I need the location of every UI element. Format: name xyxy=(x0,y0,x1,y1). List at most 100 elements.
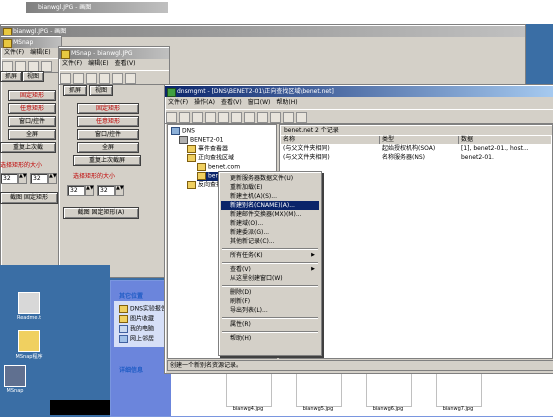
repeat-last-button[interactable]: 重复上次截屏 xyxy=(73,155,141,166)
context-menu-item[interactable]: 属性(R) xyxy=(221,320,319,329)
menu-file[interactable]: 文件(F) xyxy=(4,49,24,56)
link-my-computer[interactable]: 我的电脑 xyxy=(119,325,154,334)
context-menu-item[interactable]: 所有任务(K) ▶ xyxy=(221,251,319,260)
context-menu-item[interactable]: 新建邮件交换器(MX)(M)... xyxy=(221,210,319,219)
col-name[interactable]: 名称 xyxy=(281,136,380,144)
copy-icon[interactable] xyxy=(112,73,123,84)
paint-title-top[interactable]: bianwgl.JPG - 画图 xyxy=(26,2,168,13)
menu-file[interactable]: 文件(F) xyxy=(62,60,82,67)
thumbnail-label: bianwg5.jpg xyxy=(302,406,334,412)
fullscreen-button[interactable]: 全屏 xyxy=(8,129,56,140)
fixed-rect-button[interactable]: 固定矩形 xyxy=(8,90,56,101)
capture-fixed-button[interactable]: 截图 固定矩形(A) xyxy=(63,207,139,219)
width-spinner[interactable]: ▲▼ xyxy=(18,173,27,184)
link-network[interactable]: 网上邻居 xyxy=(119,335,154,344)
fullscreen-button[interactable]: 全屏 xyxy=(77,142,139,153)
save-icon[interactable] xyxy=(86,73,97,84)
desktop-icon-msnap-folder[interactable]: MSnap程序 xyxy=(14,330,44,360)
paste-icon[interactable] xyxy=(125,73,136,84)
dns-titlebar[interactable]: dnsmgmt - [DNS\BENET2-01\正向查找区域\benet.ne… xyxy=(165,86,553,97)
help-icon[interactable] xyxy=(270,112,281,123)
palette-strip xyxy=(50,400,110,415)
context-menu-item[interactable]: 新建域(O)... xyxy=(221,219,319,228)
server-icon[interactable] xyxy=(283,112,294,123)
width-spinner[interactable]: ▲▼ xyxy=(85,185,94,196)
properties-icon[interactable] xyxy=(231,112,242,123)
refresh-icon[interactable] xyxy=(244,112,255,123)
tree-dns-root[interactable]: DNS xyxy=(171,127,195,136)
fixed-rect-button[interactable]: 固定矩形 xyxy=(77,103,139,114)
forward-icon[interactable] xyxy=(179,112,190,123)
height-spinner[interactable]: ▲▼ xyxy=(115,185,124,196)
msnap-menu: 文件(F) 编辑(E) 查看(V) xyxy=(59,59,169,69)
open-icon[interactable] xyxy=(73,73,84,84)
record-row[interactable]: (与父文件夹相同) 起始授权机构(SOA) [1], benet2-01., h… xyxy=(281,145,549,153)
record-icon[interactable] xyxy=(296,112,307,123)
context-menu-item[interactable]: 查看(V) ▶ xyxy=(221,265,319,274)
context-menu-item[interactable]: 新建别名(CNAME)(A)... xyxy=(221,201,319,210)
context-menu-item[interactable]: 更新服务器数据文件(U) xyxy=(221,174,319,183)
menu-edit[interactable]: 编辑(E) xyxy=(30,49,50,56)
height-input[interactable]: 32 xyxy=(30,173,48,184)
menu-help[interactable]: 帮助(H) xyxy=(276,99,297,106)
delete-icon[interactable] xyxy=(218,112,229,123)
tab-view[interactable]: 视图 xyxy=(22,71,44,82)
context-menu-item[interactable]: 帮助(H) xyxy=(221,334,319,343)
msnap-titlebar[interactable]: MSnap - bianwgl.JPG xyxy=(59,48,169,59)
other-places-header[interactable]: 其它位置 xyxy=(119,291,143,300)
width-input[interactable]: 32 xyxy=(67,185,85,196)
context-menu-item[interactable]: 删除(D) xyxy=(221,288,319,297)
record-name: (与父文件夹相同) xyxy=(283,145,330,152)
repeat-last-button[interactable]: 重复上次截 xyxy=(0,142,56,153)
menu-view[interactable]: 查看(V) xyxy=(115,60,136,67)
new-icon[interactable] xyxy=(60,73,71,84)
cut-icon[interactable] xyxy=(99,73,110,84)
dns-app-icon xyxy=(167,88,176,97)
capture-fixed-button[interactable]: 截图 固定矩形 xyxy=(0,192,58,204)
context-menu-item[interactable]: 其他新记录(C)... xyxy=(221,237,319,246)
msnap-title: MSnap - bianwgl.JPG xyxy=(71,50,133,57)
left-tab-row: 抓屏 视图 xyxy=(0,70,58,82)
msnap-back-titlebar[interactable]: MSnap xyxy=(1,37,61,48)
show-tree-icon[interactable] xyxy=(205,112,216,123)
menu-edit[interactable]: 编辑(E) xyxy=(88,60,108,67)
menu-file[interactable]: 文件(F) xyxy=(168,99,188,106)
desktop-icon-msnap[interactable]: MSnap xyxy=(0,365,30,394)
free-rect-button[interactable]: 任意矩形 xyxy=(77,116,139,127)
free-rect-button[interactable]: 任意矩形 xyxy=(8,103,56,114)
details-header[interactable]: 详细信息 xyxy=(119,365,143,374)
context-menu-item[interactable]: 新建主机(A)(S)... xyxy=(221,192,319,201)
height-spinner[interactable]: ▲▼ xyxy=(48,173,57,184)
tab-view[interactable]: 视图 xyxy=(89,85,113,96)
menu-view[interactable]: 查看(V) xyxy=(221,99,242,106)
tab-snap[interactable]: 抓屏 xyxy=(0,71,22,82)
link-dns-report[interactable]: DNS实验报告 xyxy=(119,305,167,314)
col-type[interactable]: 类型 xyxy=(380,136,459,144)
tree-server[interactable]: BENET2-01 xyxy=(179,136,223,145)
menu-action[interactable]: 操作(A) xyxy=(194,99,215,106)
context-menu-item[interactable]: 从这里创建窗口(W) xyxy=(221,274,319,283)
context-menu-item[interactable]: 导出列表(L)... xyxy=(221,306,319,315)
export-icon[interactable] xyxy=(257,112,268,123)
thumbnail-label: bianwg7.jpg xyxy=(442,406,474,412)
record-row[interactable]: (与父文件夹相同) 名称服务器(NS) benet2-01. xyxy=(281,154,549,162)
menu-separator xyxy=(222,248,318,250)
menu-separator xyxy=(222,262,318,264)
up-icon[interactable] xyxy=(192,112,203,123)
window-control-button[interactable]: 窗口/控件 xyxy=(77,129,139,140)
tab-snap[interactable]: 抓屏 xyxy=(63,85,87,96)
tree-forward-zones[interactable]: 正向查找区域 xyxy=(187,154,234,163)
menu-window[interactable]: 窗口(W) xyxy=(248,99,271,106)
context-menu-item[interactable]: 刷新(F) xyxy=(221,297,319,306)
context-menu-item[interactable]: 新建委派(G)... xyxy=(221,228,319,237)
col-data[interactable]: 数据 xyxy=(459,136,551,144)
tree-event-viewer[interactable]: 事件查看器 xyxy=(187,145,228,154)
desktop-icon-readme[interactable]: Readme.t xyxy=(14,292,44,321)
height-input[interactable]: 32 xyxy=(97,185,115,196)
window-control-button[interactable]: 窗口/控件 xyxy=(8,116,56,127)
width-input[interactable]: 32 xyxy=(0,173,18,184)
paint-titlebar[interactable]: bianwgl.JPG - 画图 xyxy=(1,26,525,37)
context-menu-item[interactable]: 重新加载(E) xyxy=(221,183,319,192)
back-icon[interactable] xyxy=(166,112,177,123)
link-pictures[interactable]: 图片收藏 xyxy=(119,315,154,324)
